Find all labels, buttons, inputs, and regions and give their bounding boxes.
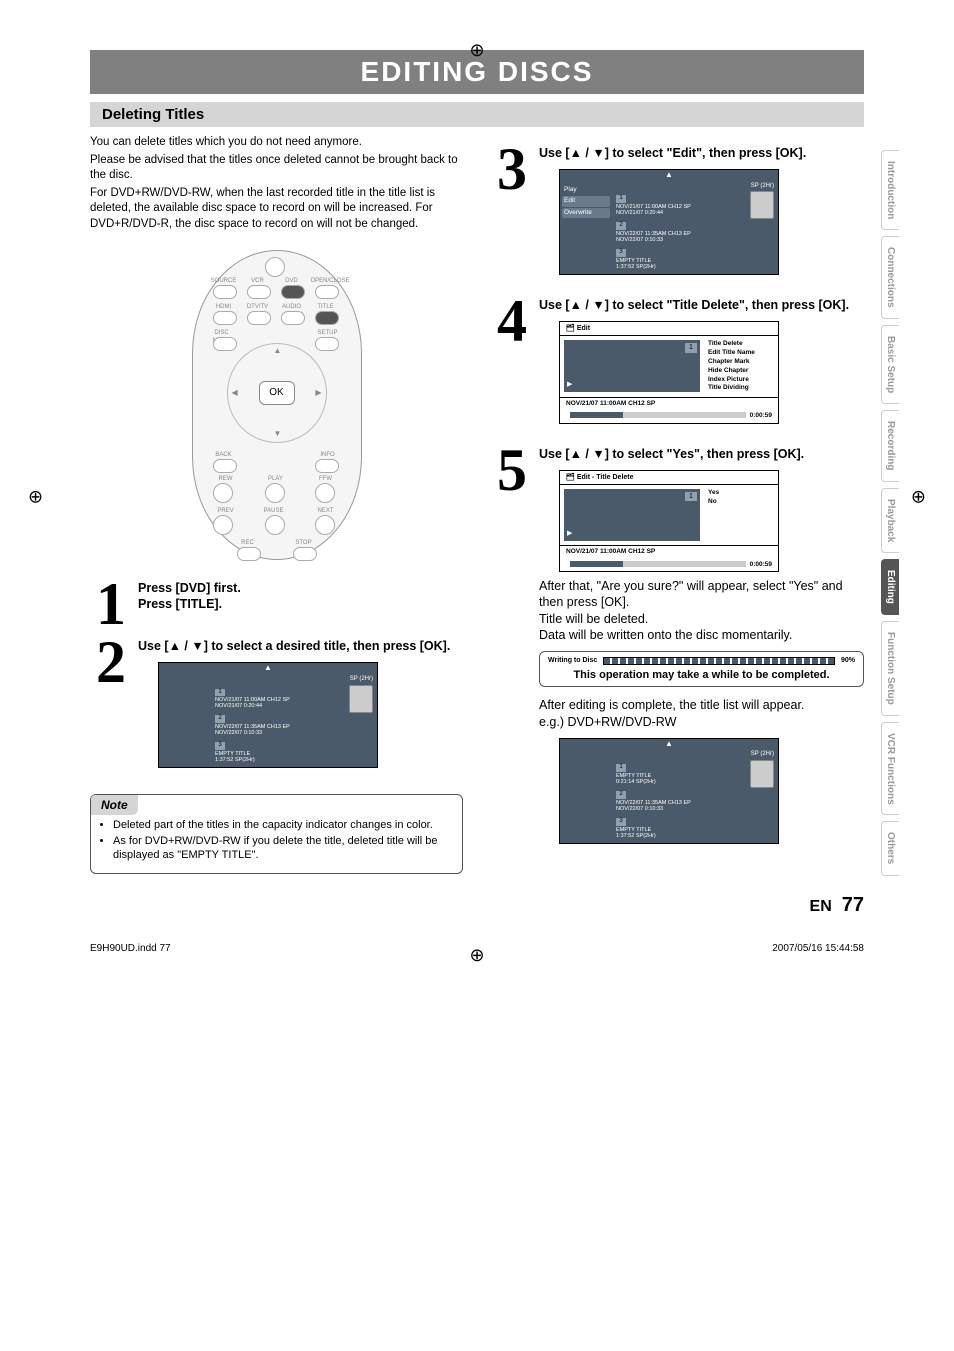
osd-confirm-menu: 🗂 Edit - Title Delete 1 ▶ Yes No xyxy=(559,470,779,572)
tab-introduction[interactable]: Introduction xyxy=(881,150,899,230)
remote-btn xyxy=(265,515,285,535)
remote-btn xyxy=(213,337,237,351)
step5-text: Use [▲ / ▼] to select "Yes", then press … xyxy=(539,447,804,461)
right-column: 3 Use [▲ / ▼] to select "Edit", then pre… xyxy=(491,135,864,874)
remote-btn xyxy=(213,459,237,473)
remote-btn xyxy=(281,311,305,325)
footer-file: E9H90UD.indd 77 xyxy=(90,943,171,954)
remote-btn xyxy=(237,547,261,561)
remote-label: PAUSE xyxy=(259,507,289,515)
after-edit-text: After editing is complete, the title lis… xyxy=(539,697,864,713)
step1-line2: Press [TITLE]. xyxy=(138,596,463,612)
tab-editing[interactable]: Editing xyxy=(881,559,899,615)
remote-btn xyxy=(315,483,335,503)
remote-btn xyxy=(281,285,305,299)
step4-text: Use [▲ / ▼] to select "Title Delete", th… xyxy=(539,298,849,312)
writing-box: Writing to Disc 90% This operation may t… xyxy=(539,651,864,687)
after-text: Title will be deleted. xyxy=(539,611,864,627)
remote-label: TITLE xyxy=(311,303,341,311)
step-number: 4 xyxy=(491,297,533,345)
print-mark-left: ⊕ xyxy=(28,486,43,507)
tab-connections[interactable]: Connections xyxy=(881,236,899,319)
remote-btn xyxy=(213,515,233,535)
remote-ok: OK xyxy=(259,381,295,405)
print-mark-right: ⊕ xyxy=(911,486,926,507)
step2-text: Use [▲ / ▼] to select a desired title, t… xyxy=(138,639,450,653)
note-item: As for DVD+RW/DVD-RW if you delete the t… xyxy=(113,835,448,863)
remote-power xyxy=(265,257,285,277)
remote-label: STOP xyxy=(289,539,319,547)
remote-btn xyxy=(265,483,285,503)
print-mark-bottom: ⊕ xyxy=(469,945,484,966)
remote-btn xyxy=(315,311,339,325)
intro-line: You can delete titles which you do not n… xyxy=(90,135,463,151)
tab-basic-setup[interactable]: Basic Setup xyxy=(881,325,899,404)
page-number-row: EN77 xyxy=(90,894,864,917)
writing-caption: This operation may take a while to be co… xyxy=(548,669,855,682)
remote-label: REC xyxy=(233,539,263,547)
remote-label: DTV/TV xyxy=(243,303,273,311)
remote-btn xyxy=(213,311,237,325)
remote-label: DVD xyxy=(277,277,307,285)
remote-illustration: SOURCE VCR DVD OPEN/CLOSE HDMI DTV/TV AU… xyxy=(192,250,362,560)
remote-btn xyxy=(315,515,335,535)
step-number: 1 xyxy=(90,580,132,628)
remote-label: REW xyxy=(211,475,241,483)
remote-label: SOURCE xyxy=(209,277,239,285)
step-number: 3 xyxy=(491,145,533,193)
osd-title-list-result: ▲ SP (2Hr) 1EMPTY TITLE0:21:14 SP(2Hr) 2… xyxy=(559,738,779,844)
note-label: Note xyxy=(91,795,138,815)
left-column: You can delete titles which you do not n… xyxy=(90,135,463,874)
tab-playback[interactable]: Playback xyxy=(881,488,899,553)
remote-btn xyxy=(315,337,339,351)
note-box: Note Deleted part of the titles in the c… xyxy=(90,794,463,873)
remote-label: OPEN/CLOSE xyxy=(311,277,341,285)
remote-label: PREV xyxy=(211,507,241,515)
tab-vcr-functions[interactable]: VCR Functions xyxy=(881,722,899,816)
example-label: e.g.) DVD+RW/DVD-RW xyxy=(539,714,864,730)
step-number: 5 xyxy=(491,446,533,494)
remote-label: NEXT xyxy=(311,507,341,515)
osd-title-list: ▲ Play Edit Overwrite SP (2Hr) 1NOV/21/0… xyxy=(559,169,779,275)
tab-recording[interactable]: Recording xyxy=(881,410,899,481)
tab-function-setup[interactable]: Function Setup xyxy=(881,621,899,716)
note-item: Deleted part of the titles in the capaci… xyxy=(113,819,448,833)
remote-btn xyxy=(293,547,317,561)
print-mark-top: ⊕ xyxy=(469,40,484,61)
step3-text: Use [▲ / ▼] to select "Edit", then press… xyxy=(539,146,806,160)
remote-label: PLAY xyxy=(261,475,291,483)
remote-label: AUDIO xyxy=(277,303,307,311)
intro-line: For DVD+RW/DVD-RW, when the last recorde… xyxy=(90,186,463,233)
footer-date: 2007/05/16 15:44:58 xyxy=(772,943,864,954)
side-tabs: Introduction Connections Basic Setup Rec… xyxy=(881,150,899,882)
osd-edit-menu: 🗂 Edit 1 ▶ Title Delete Edit Title Name … xyxy=(559,321,779,424)
step1-line1: Press [DVD] first. xyxy=(138,580,463,596)
intro-line: Please be advised that the titles once d… xyxy=(90,153,463,184)
after-text: After that, "Are you sure?" will appear,… xyxy=(539,578,864,611)
section-header: Deleting Titles xyxy=(90,102,864,127)
remote-label: HDMI xyxy=(209,303,239,311)
remote-label: VCR xyxy=(243,277,273,285)
remote-btn xyxy=(247,285,271,299)
remote-btn xyxy=(247,311,271,325)
remote-label: BACK xyxy=(209,451,239,459)
after-text: Data will be written onto the disc momen… xyxy=(539,627,864,643)
tab-others[interactable]: Others xyxy=(881,821,899,875)
remote-label: INFO xyxy=(313,451,343,459)
step-number: 2 xyxy=(90,638,132,686)
remote-label: FFW xyxy=(311,475,341,483)
remote-btn xyxy=(213,285,237,299)
remote-btn xyxy=(315,285,339,299)
remote-label: SETUP xyxy=(313,329,343,337)
remote-btn xyxy=(315,459,339,473)
remote-btn xyxy=(213,483,233,503)
osd-title-list: ▲ SP (2Hr) 1NOV/21/07 11:00AM CH12 SPNOV… xyxy=(158,662,378,768)
